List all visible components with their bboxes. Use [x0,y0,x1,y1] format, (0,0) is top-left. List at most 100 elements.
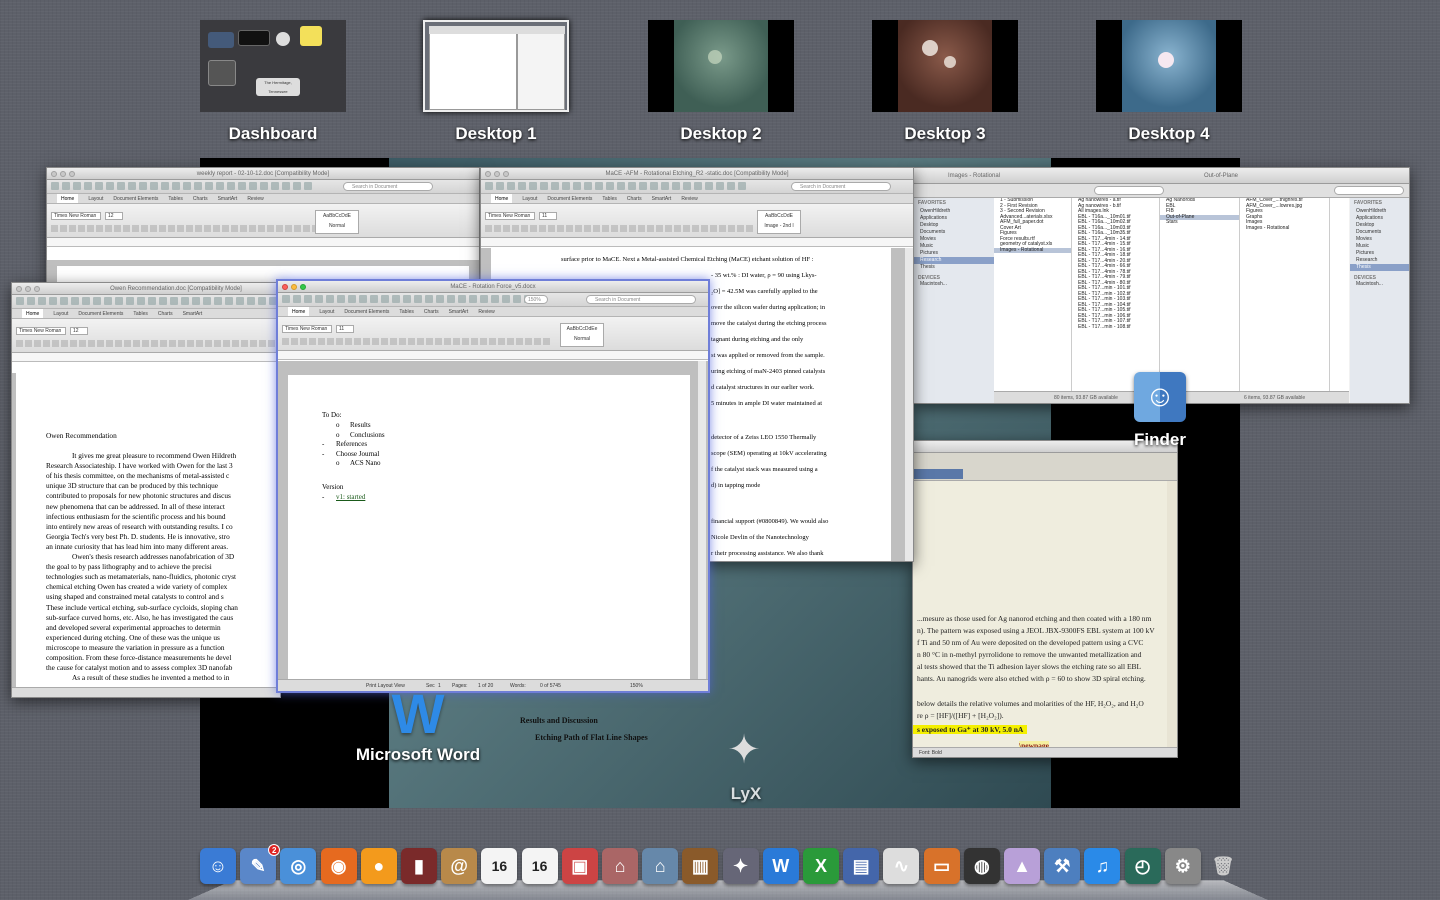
sidebar-item-thesis[interactable]: Thesis [914,264,994,271]
styles-gallery[interactable]: AaBbCcDdEe Normal [560,323,604,347]
styles-gallery[interactable]: AaBbCcDdE Image - 2nd l [757,210,801,234]
graph-icon[interactable]: ∿ [883,848,920,884]
word-app-icon[interactable]: W [390,686,446,742]
sidebar-item-desktop[interactable]: Desktop [914,222,994,229]
space-desktop-2[interactable]: Desktop 2 [648,20,794,143]
sidebar-item-owenhildreth[interactable]: OwenHildreth [1350,208,1409,215]
zoom-select[interactable]: 150% [524,295,548,304]
sidebar-item-movies[interactable]: Movies [1350,236,1409,243]
xcode-icon[interactable]: ⚒ [1044,848,1081,884]
address-book-icon[interactable]: @ [441,848,478,884]
safari-icon[interactable]: ◎ [280,848,317,884]
scrollbar[interactable] [905,248,913,561]
sidebar-item-macintosh[interactable]: Macintosh... [914,281,994,288]
lyx-app-label: LyX [730,784,762,803]
sidebar-item-research[interactable]: Research [914,257,994,264]
finder-search[interactable] [1094,186,1164,195]
orange-app-icon[interactable]: ● [360,848,397,884]
font-select[interactable]: Times New Roman [485,212,535,220]
time-machine-icon[interactable]: ◴ [1124,848,1161,884]
weekly-report-window[interactable]: weekly report - 02-10-12.doc [Compatibil… [46,167,480,287]
itunes-icon[interactable]: ♫ [1084,848,1121,884]
mace-rotation-window[interactable]: MaCE - Rotation Force_v5.docx 150% Searc… [276,279,710,693]
font-size-select[interactable]: 12 [105,212,123,220]
document-area: Owen Recommendation It gives me great pl… [12,373,280,687]
finder-item[interactable]: Stars [1160,219,1239,226]
finder-sidebar-2: FAVORITES OwenHildreth Applications Desk… [1350,198,1409,403]
lyx-text-line: f Ti and 50 nm of Au were deposited on t… [917,638,1144,647]
finder-column-3[interactable]: Ag Nanorods EBL FIB Out-of-Plane Stars [1160,198,1240,391]
document-page[interactable]: Owen Recommendation It gives me great pl… [16,373,280,687]
font-select[interactable]: Times New Roman [51,212,101,220]
document-text-line: Georgia Tech's very best Ph. D. students… [46,531,230,541]
finder-item[interactable]: Images - Rotational [1240,225,1329,232]
lyx-toolbar [913,453,1177,481]
finder-column-1[interactable]: 1 - Submission 2 - First Revision 3 - Seco… [994,198,1072,391]
lyx-text-line: al tests showed that the Ti adhesion lay… [917,662,1142,671]
sidebar-item-music[interactable]: Music [914,243,994,250]
lyx-document[interactable]: ...mesure as those used for Ag nanorod e… [913,481,1167,750]
sidebar-item-research[interactable]: Research [1350,257,1409,264]
ical-icon[interactable]: 16 [481,848,518,884]
home-icon[interactable]: ⌂ [602,848,638,884]
document-text-line: an innate curiosity that has lead him in… [46,541,229,551]
sidebar-item-documents[interactable]: Documents [914,229,994,236]
word-icon[interactable]: W [762,848,799,884]
space-desktop-3[interactable]: Desktop 3 [872,20,1018,143]
space-desktop-4[interactable]: Desktop 4 [1096,20,1242,143]
font-size-select[interactable]: 11 [336,325,354,333]
ical-2-icon[interactable]: 16 [521,848,558,884]
sidebar-item-applications[interactable]: Applications [914,215,994,222]
mountain-icon[interactable]: ▲ [1004,848,1040,884]
font-size-select[interactable]: 11 [539,212,557,220]
sidebar-item-desktop[interactable]: Desktop [1350,222,1409,229]
font-select[interactable]: Times New Roman [16,327,66,335]
scrollbar[interactable] [698,361,706,679]
excel-icon[interactable]: X [803,848,839,884]
lyx-window[interactable]: ...mesure as those used for Ag nanorod e… [912,440,1178,758]
search-input[interactable]: Search in Document [791,182,891,191]
finder-item[interactable]: Images - Rotational [994,247,1071,253]
font-select[interactable]: Times New Roman [282,325,332,333]
document-text-line: of his thesis committee, on the mechanis… [46,471,230,481]
sidebar-item-thesis[interactable]: Thesis [1350,264,1409,271]
ribbon-tabs: Home Layout Document Elements Tables Charts S… [481,194,913,204]
sidebar-item-movies[interactable]: Movies [914,236,994,243]
system-preferences-icon[interactable]: ⚙ [1164,848,1201,884]
aperture-icon[interactable]: ◍ [963,848,1000,884]
search-input[interactable]: Search in Document [343,182,433,191]
firefox-icon[interactable]: ◉ [320,848,357,884]
sidebar-item-applications[interactable]: Applications [1350,215,1409,222]
sidebar-item-owenhildreth[interactable]: OwenHildreth [914,208,994,215]
finder-column-4[interactable]: AFM_Cover_...thighres.tif AFM_Cover_...lo… [1240,198,1330,391]
sidebar-item-music[interactable]: Music [1350,243,1409,250]
trash-icon[interactable]: 🗑 [1205,848,1241,884]
sidebar-item-documents[interactable]: Documents [1350,229,1409,236]
sidebar-item-pictures[interactable]: Pictures [1350,250,1409,257]
owen-recommendation-window[interactable]: Owen Recommendation.doc [Compatibility M… [11,282,281,698]
finder-icon[interactable]: ☺ [200,848,236,884]
book-icon[interactable]: ▮ [401,848,437,884]
finder-app-icon[interactable]: ☺ [1134,372,1186,422]
sidebar-item-pictures[interactable]: Pictures [914,250,994,257]
font-size-select[interactable]: 12 [70,327,88,335]
finder-search-2[interactable] [1334,186,1404,195]
preview-icon[interactable]: ✎ 2 [240,844,281,884]
search-input[interactable]: Search in Document [586,295,696,304]
space-dashboard[interactable]: The Hermitage, Tennessee Dashboard [200,20,346,143]
lyx-app-icon[interactable]: ✦ [714,722,774,778]
document-page[interactable]: To Do: o Results o Conclusions - References - C… [288,375,690,679]
lyx-text-line: below details the relative volumes and m… [917,699,1144,708]
finder-column-2[interactable]: Ag nanowires - a.tif Ag nanowires - b.tif… [1072,198,1160,391]
finder-window[interactable]: Images - Rotational Out-of-Plane FAVORIT… [913,167,1410,404]
sidebar-item-macintosh[interactable]: Macintosh... [1350,281,1409,288]
styles-gallery[interactable]: AaBbCcDdE Normal [315,210,359,234]
home-2-icon[interactable]: ⌂ [642,848,679,884]
library-icon[interactable]: ▥ [682,848,719,884]
chart-app-icon[interactable]: ▤ [843,848,880,884]
photo-booth-icon[interactable]: ▣ [561,848,598,884]
lyx-icon[interactable]: ✦ [722,848,759,884]
space-desktop-1[interactable]: Desktop 1 [423,20,569,143]
keynote-icon[interactable]: ▭ [923,848,960,884]
finder-item[interactable]: EBL - T17...min - 108.tif [1072,324,1159,331]
